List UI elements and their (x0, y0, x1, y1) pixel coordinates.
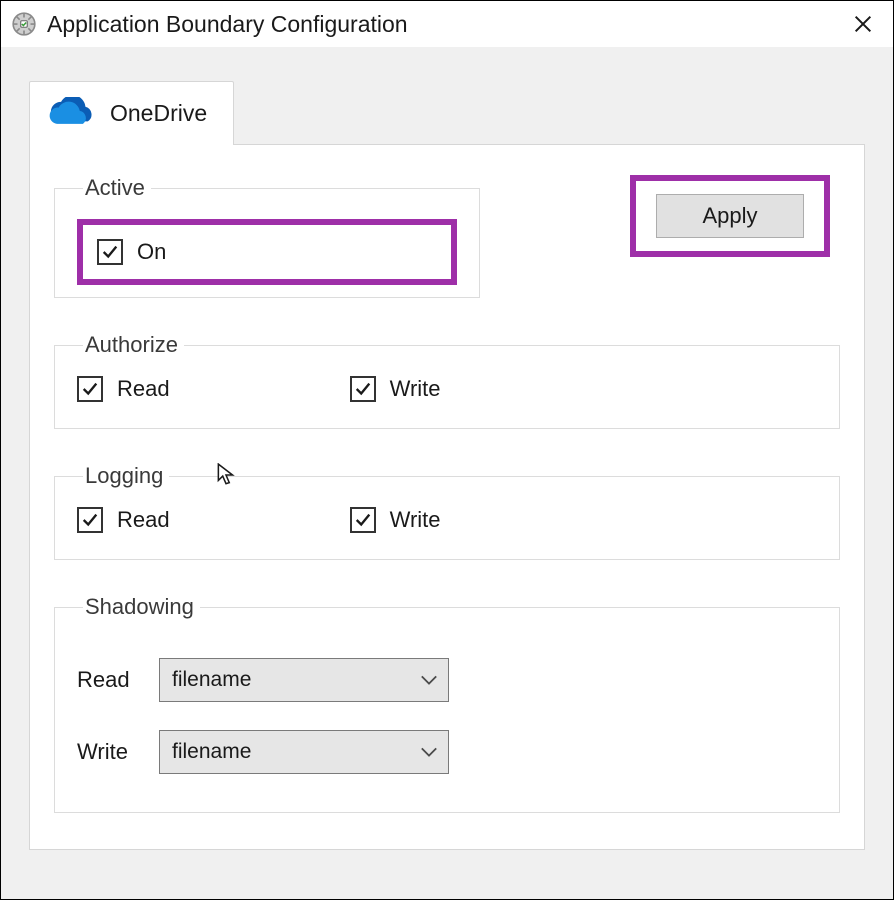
window-title: Application Boundary Configuration (47, 11, 843, 38)
chevron-down-icon (420, 669, 438, 692)
shadowing-write-value: filename (172, 740, 251, 764)
logging-write-label: Write (390, 507, 441, 533)
active-apply-row: Active On Apply (54, 175, 840, 298)
logging-read-checkbox[interactable]: Read (77, 507, 170, 533)
logging-group: Logging Read (54, 463, 840, 560)
apply-button[interactable]: Apply (656, 194, 804, 238)
onedrive-icon (44, 96, 96, 132)
on-checkbox[interactable]: On (97, 239, 166, 265)
shadowing-read-row: Read filename (77, 658, 817, 702)
checkbox-box (350, 507, 376, 533)
shadowing-write-label: Write (77, 739, 159, 765)
chevron-down-icon (420, 741, 438, 764)
apply-wrap: Apply (630, 175, 830, 257)
shadowing-write-row: Write filename (77, 730, 817, 774)
checkbox-box (77, 376, 103, 402)
shadowing-read-combo[interactable]: filename (159, 658, 449, 702)
authorize-legend: Authorize (83, 332, 184, 358)
shadowing-write-combo[interactable]: filename (159, 730, 449, 774)
shadowing-read-value: filename (172, 668, 251, 692)
authorize-group: Authorize Read Write (54, 332, 840, 429)
shadowing-group: Shadowing Read filename Write filename (54, 594, 840, 813)
logging-row: Read Write (77, 507, 817, 533)
tab-panel: Active On Apply (29, 144, 865, 850)
app-icon (11, 11, 37, 37)
shadowing-read-label: Read (77, 667, 159, 693)
titlebar: Application Boundary Configuration (1, 1, 893, 47)
tab-onedrive[interactable]: OneDrive (29, 81, 234, 145)
logging-read-label: Read (117, 507, 170, 533)
logging-legend: Logging (83, 463, 169, 489)
dialog-window: Application Boundary Configuration OneDr… (0, 0, 894, 900)
close-button[interactable] (843, 4, 883, 44)
shadowing-legend: Shadowing (83, 594, 200, 620)
authorize-read-checkbox[interactable]: Read (77, 376, 170, 402)
active-legend: Active (83, 175, 151, 201)
logging-write-checkbox[interactable]: Write (350, 507, 441, 533)
cursor-icon (217, 463, 235, 493)
authorize-read-label: Read (117, 376, 170, 402)
authorize-row: Read Write (77, 376, 817, 402)
authorize-write-label: Write (390, 376, 441, 402)
tab-label: OneDrive (110, 100, 207, 127)
apply-highlight: Apply (630, 175, 830, 257)
authorize-write-checkbox[interactable]: Write (350, 376, 441, 402)
checkbox-box (97, 239, 123, 265)
content-area: OneDrive Active On (1, 47, 893, 899)
on-highlight: On (77, 219, 457, 285)
checkbox-box (77, 507, 103, 533)
on-label: On (137, 239, 166, 265)
tab-header: OneDrive (29, 81, 865, 145)
active-group: Active On (54, 175, 480, 298)
checkbox-box (350, 376, 376, 402)
